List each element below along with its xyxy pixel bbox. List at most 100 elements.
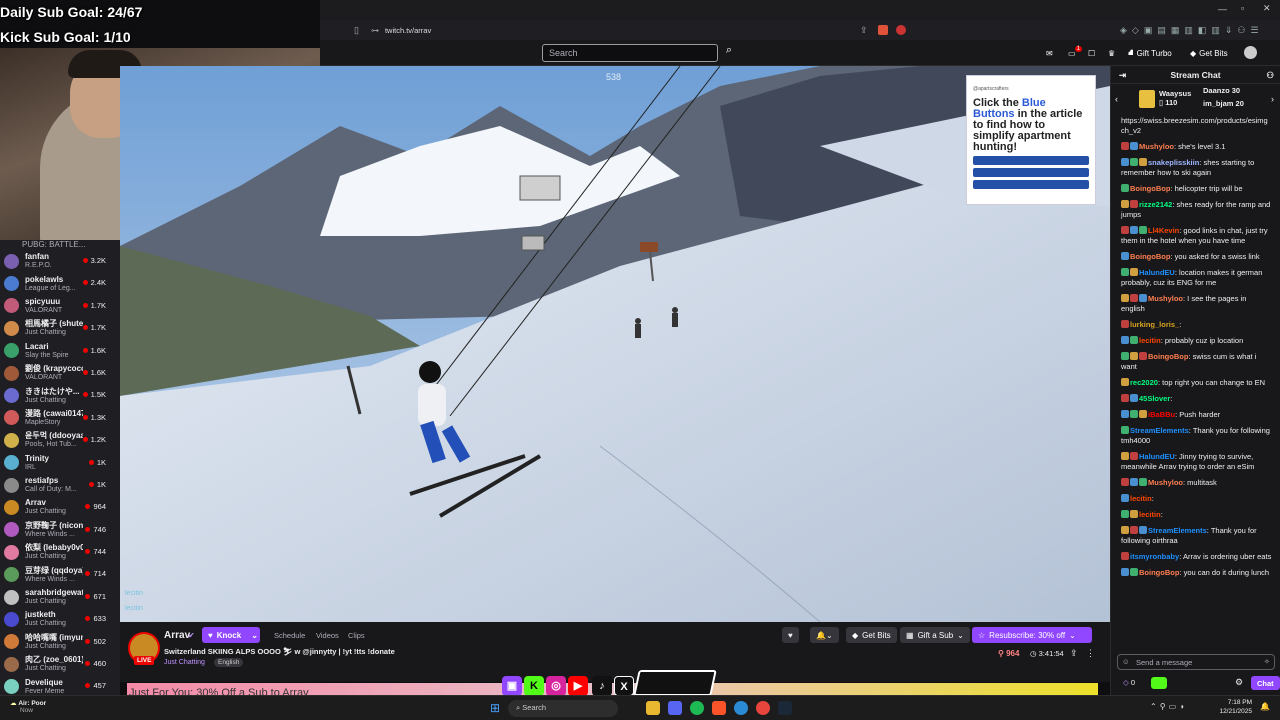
sidebar-channel[interactable]: 相馬橘子 (shute... Just Chatting 1.7K	[0, 317, 120, 339]
chat-username[interactable]: HalundEU	[1139, 268, 1175, 277]
gift-turbo-button[interactable]: ⛘ Gift Turbo	[1128, 44, 1172, 62]
chat-username[interactable]: HalundEU	[1139, 452, 1175, 461]
chat-message[interactable]: HalundEU: Jinny trying to survive, meanw…	[1121, 452, 1272, 472]
chat-message[interactable]: HalundEU: location makes it german proba…	[1121, 268, 1272, 288]
user-avatar[interactable]	[1244, 46, 1257, 59]
chat-username[interactable]: lecitin	[1139, 510, 1161, 519]
whispers-icon[interactable]: ☐	[1088, 44, 1095, 62]
follow-heart-button[interactable]: ♥	[782, 627, 799, 643]
more-options-icon[interactable]: ⋮	[1086, 648, 1095, 659]
get-bits-button[interactable]: ◆ Get Bits	[1190, 44, 1228, 62]
chat-message[interactable]: BoingoBop: you asked for a swiss link	[1121, 252, 1272, 262]
tab-videos[interactable]: Videos	[316, 631, 339, 640]
chat-input[interactable]: ☺ Send a message ✧	[1117, 654, 1275, 670]
get-bits-button-stream[interactable]: ◆ Get Bits	[846, 627, 897, 643]
taskbar-search[interactable]: ⌕ Search	[508, 700, 618, 717]
chat-send-button[interactable]: Chat	[1251, 676, 1280, 690]
sidebar-channel[interactable]: restiafps Call of Duty: M... 1K	[0, 474, 120, 496]
ad-link-2[interactable]	[973, 168, 1089, 177]
chat-username[interactable]: lurking_loris_	[1130, 320, 1179, 329]
site-info-icon[interactable]: ⊶	[371, 26, 379, 35]
chat-message[interactable]: Mushyloo: multitask	[1121, 478, 1272, 488]
share-icon[interactable]: ⇪	[860, 25, 868, 36]
chat-message[interactable]: rec2020: top right you can change to EN	[1121, 378, 1272, 388]
sidebar-channel[interactable]: Develique Fever Meme 457	[0, 675, 120, 695]
sidebar-channel[interactable]: justketh Just Chatting 633	[0, 608, 120, 630]
chat-username[interactable]: 45Slover	[1139, 394, 1170, 403]
chat-message[interactable]: https://swiss.breezesim.com/products/esi…	[1121, 116, 1272, 136]
kick-points-icon[interactable]	[1151, 677, 1167, 689]
chat-message[interactable]: BoingoBop: swiss cum is what i want	[1121, 352, 1272, 372]
share-icon[interactable]: ⇪	[1070, 648, 1078, 659]
maximize-icon[interactable]: ▫	[1241, 3, 1244, 13]
sidebar-channel[interactable]: ききはたけや... Just Chatting 1.5K	[0, 384, 120, 406]
chat-username[interactable]: BoingoBop	[1148, 352, 1188, 361]
toolbar-icons[interactable]: ◈◇▣▤▦▥◧▥⇓⚇☰	[1120, 25, 1264, 36]
chat-message[interactable]: StreamElements: Thank you for following …	[1121, 526, 1272, 546]
ad-link-3[interactable]	[973, 180, 1089, 189]
sidebar-channel[interactable]: Lacari Slay the Spire 1.6K	[0, 340, 120, 362]
chat-username[interactable]: rec2020	[1130, 378, 1158, 387]
chevron-left-icon[interactable]: ‹	[1115, 94, 1118, 104]
hype-leaderboard[interactable]: ‹ Waaysus ▯ 110 Daanzo 30 im_bjam 20 ›	[1111, 84, 1280, 116]
sidebar-channel[interactable]: 京野鞠子 (niconi... Where Winds ... 746	[0, 519, 120, 541]
system-tray[interactable]: ⌃⚲▭◑	[1150, 702, 1187, 711]
shield-icon[interactable]	[878, 25, 888, 35]
chat-username[interactable]: BoingoBop	[1130, 252, 1170, 261]
discord-icon[interactable]	[668, 701, 682, 715]
brave-icon[interactable]	[712, 701, 726, 715]
sidebar-channel[interactable]: 依梨 (lebaby0v0) Just Chatting 744	[0, 541, 120, 563]
notifications-icon[interactable]: ▭ 1	[1068, 44, 1082, 62]
resubscribe-button[interactable]: ☆ Resubscribe: 30% off ⌄	[972, 627, 1092, 643]
users-icon[interactable]: ⚇	[1266, 66, 1274, 84]
chat-username[interactable]: Ll4Kevin	[1148, 226, 1179, 235]
chat-username[interactable]: lecitin	[1130, 494, 1152, 503]
close-icon[interactable]: ✕	[1263, 3, 1271, 14]
weather-widget[interactable]: ☁ Air: Poor Now	[10, 699, 46, 714]
tab-clips[interactable]: Clips	[348, 631, 365, 640]
chat-username[interactable]: StreamElements	[1148, 526, 1207, 535]
edge-icon[interactable]	[734, 701, 748, 715]
crown-icon[interactable]: ♛	[1108, 44, 1115, 62]
sidebar-channel[interactable]: pokelawls League of Leg... 2.4K	[0, 272, 120, 294]
sidebar-channel[interactable]: Arrav Just Chatting 964	[0, 496, 120, 518]
sidebar-channel[interactable]: spicyuuu VALORANT 1.7K	[0, 295, 120, 317]
knock-button[interactable]: ♥ Knock ⌄	[202, 627, 260, 643]
sidebar-channel[interactable]: 肉乙 (zoe_0601) Just Chatting 460	[0, 653, 120, 675]
emote-icon[interactable]: ☺	[1122, 657, 1130, 666]
chat-message[interactable]: 45Slover:	[1121, 394, 1272, 404]
chevron-right-icon[interactable]: ›	[1271, 94, 1274, 104]
minimize-icon[interactable]: —	[1218, 4, 1227, 14]
chat-message[interactable]: iBaBBu: Push harder	[1121, 410, 1272, 420]
ad-overlay[interactable]: @apartscrafters Click the Blue Buttons i…	[966, 75, 1096, 205]
chat-message[interactable]: Mushyloo: she's level 3.1	[1121, 142, 1272, 152]
video-player[interactable]: 538 lecitin lecitin	[120, 66, 1110, 622]
sidebar-channel[interactable]: 윤두먹 (ddooyaa) Pools, Hot Tub... 1.2K	[0, 429, 120, 451]
sidebar-channel[interactable]: fanfan R.E.P.O. 3.2K	[0, 250, 120, 272]
sidebar-channel[interactable]: 豆芽绿 (qqdoya) Where Winds ... 714	[0, 563, 120, 585]
extension-icon[interactable]	[896, 25, 906, 35]
settings-icon[interactable]: ⚙	[1235, 677, 1243, 688]
sidebar-channel[interactable]: 哈哈嘴嘴 (imyun... Just Chatting 502	[0, 631, 120, 653]
search-input[interactable]: Search	[542, 44, 718, 62]
chat-username[interactable]: BoingoBop	[1130, 184, 1170, 193]
file-explorer-icon[interactable]	[646, 701, 660, 715]
gift-sub-button[interactable]: ▦ Gift a Sub ⌄	[900, 627, 970, 643]
chat-username[interactable]: rizze2142	[1139, 200, 1172, 209]
search-icon[interactable]: ⌕	[720, 44, 738, 62]
notification-center-icon[interactable]: 🔔	[1260, 702, 1270, 711]
language-tag[interactable]: English	[214, 658, 244, 667]
stream-category[interactable]: Just Chatting	[164, 659, 205, 666]
chat-message[interactable]: rizze2142: shes ready for the ramp and j…	[1121, 200, 1272, 220]
notify-button[interactable]: 🔔⌄	[810, 627, 839, 643]
magic-icon[interactable]: ✧	[1264, 657, 1270, 666]
collapse-icon[interactable]: ⇥	[1119, 66, 1126, 84]
chat-message[interactable]: BoingoBop: helicopter trip will be	[1121, 184, 1272, 194]
chat-message[interactable]: itsmyronbaby: Arrav is ordering uber eat…	[1121, 552, 1272, 562]
chat-username[interactable]: lecitin	[1139, 336, 1161, 345]
tab-schedule[interactable]: Schedule	[274, 631, 305, 640]
sidebar-channel[interactable]: sarahbridgewat... Just Chatting 671	[0, 586, 120, 608]
chat-message[interactable]: lecitin: probably cuz ip location	[1121, 336, 1272, 346]
chat-message[interactable]: Mushyloo: I see the pages in english	[1121, 294, 1272, 314]
steam-icon[interactable]	[778, 701, 792, 715]
